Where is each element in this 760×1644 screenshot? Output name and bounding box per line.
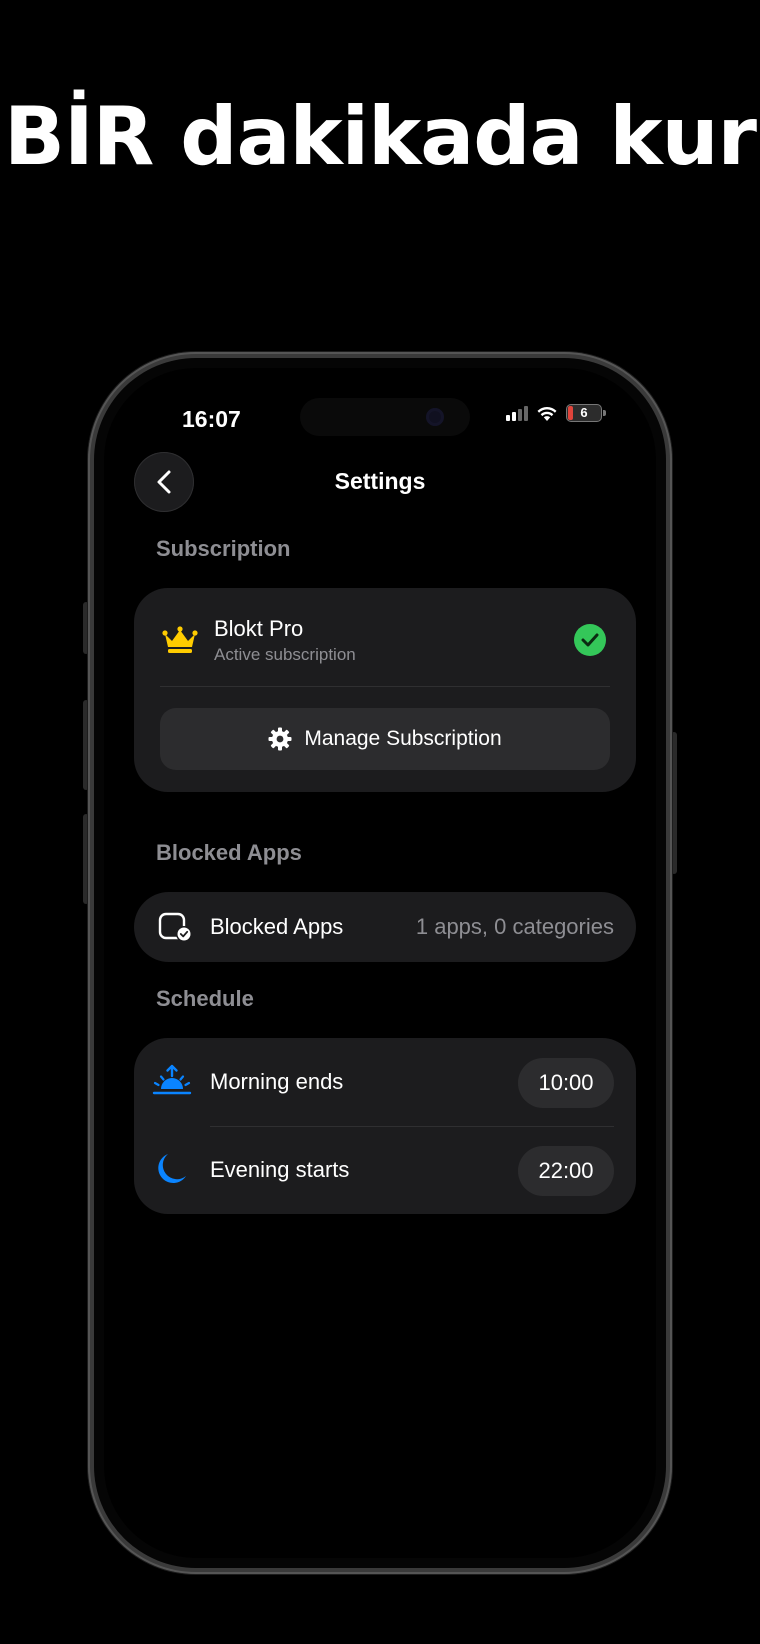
manage-subscription-button[interactable]: Manage Subscription (160, 708, 610, 770)
section-label-blocked-apps: Blocked Apps (156, 840, 302, 865)
headline: BİR dakikada kur (4, 90, 757, 183)
phone-screen: 16:07 6 Settings Subscription Blokt Pro … (104, 368, 656, 1558)
schedule-morning-label: Morning ends (210, 1069, 344, 1094)
schedule-row-evening[interactable]: Evening starts 22:00 (134, 1126, 636, 1214)
battery-icon: 6 (566, 404, 606, 422)
gear-icon (268, 727, 292, 751)
schedule-row-morning[interactable]: Morning ends 10:00 (134, 1038, 636, 1126)
page-title: Settings (334, 468, 426, 494)
phone-frame: 16:07 6 Settings Subscription Blokt Pro … (88, 352, 672, 1574)
checkmark-icon (574, 624, 606, 656)
wifi-icon (537, 406, 557, 421)
manage-subscription-label: Manage Subscription (304, 727, 502, 750)
sunrise-icon (152, 1064, 192, 1095)
section-label-subscription: Subscription (156, 536, 291, 561)
morning-time-picker[interactable]: 10:00 (518, 1058, 614, 1108)
phone-bezel: 16:07 6 Settings Subscription Blokt Pro … (94, 358, 666, 1568)
status-time: 16:07 (182, 406, 241, 432)
battery-level: 6 (580, 405, 588, 420)
schedule-card: Morning ends 10:00 Evening starts 22:00 (134, 1038, 636, 1214)
moon-icon (158, 1154, 186, 1184)
blocked-apps-row[interactable]: Blocked Apps 1 apps, 0 categories (134, 892, 636, 962)
divider (160, 686, 610, 687)
evening-time-picker[interactable]: 22:00 (518, 1146, 614, 1196)
subscription-plan-name: Blokt Pro (214, 616, 304, 641)
subscription-card: Blokt Pro Active subscription Manage Sub… (134, 588, 636, 792)
blocked-apps-count: 1 apps, 0 categories (415, 914, 614, 939)
crown-icon (162, 626, 198, 653)
cellular-signal-icon (506, 405, 528, 421)
front-camera (426, 408, 444, 426)
status-indicators: 6 (506, 404, 606, 422)
blocked-apps-label: Blocked Apps (210, 914, 344, 939)
subscription-status: Active subscription (214, 645, 356, 664)
schedule-evening-label: Evening starts (210, 1157, 350, 1182)
section-label-schedule: Schedule (156, 986, 254, 1011)
dynamic-island (300, 398, 470, 436)
app-blocked-icon (158, 912, 192, 942)
